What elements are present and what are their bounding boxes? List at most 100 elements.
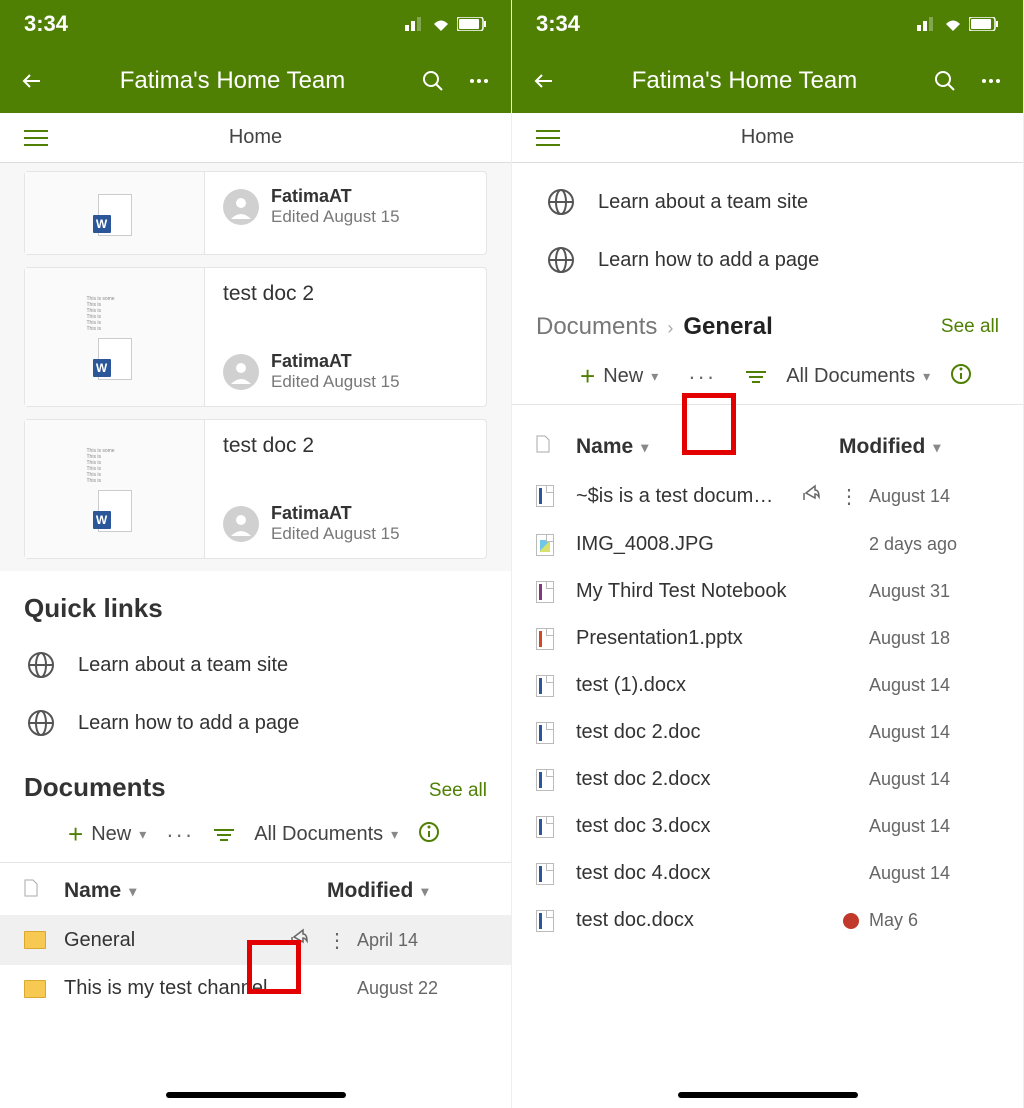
table-row[interactable]: test doc 4.docxAugust 14 xyxy=(512,850,1023,897)
see-all-link[interactable]: See all xyxy=(429,780,487,802)
view-selector[interactable]: All Documents▾ xyxy=(254,823,398,846)
globe-icon xyxy=(24,648,58,682)
table-row[interactable]: test doc.docx May 6 xyxy=(512,897,1023,944)
info-icon[interactable] xyxy=(950,363,972,390)
file-icon xyxy=(536,485,554,507)
card-meta: FatimaAT Edited August 15 xyxy=(271,503,400,544)
file-icon xyxy=(536,910,554,932)
more-icon[interactable] xyxy=(465,69,493,93)
new-button[interactable]: +New▾ xyxy=(68,819,146,850)
col-name[interactable]: Name xyxy=(576,435,633,459)
breadcrumb-home[interactable]: Home xyxy=(62,126,449,149)
table-row[interactable]: test doc 2.docxAugust 14 xyxy=(512,756,1023,803)
hamburger-icon[interactable] xyxy=(534,129,562,147)
quicklink-item[interactable]: Learn how to add a page xyxy=(512,231,1023,289)
hamburger-icon[interactable] xyxy=(22,129,50,147)
quicklink-item[interactable]: Learn about a team site xyxy=(512,173,1023,231)
quicklink-label: Learn about a team site xyxy=(78,654,288,677)
plus-icon: + xyxy=(68,819,83,850)
share-icon[interactable] xyxy=(289,927,309,953)
file-icon xyxy=(536,675,554,697)
globe-icon xyxy=(544,185,578,219)
home-indicator[interactable] xyxy=(166,1092,346,1098)
quicklink-item[interactable]: Learn how to add a page xyxy=(0,694,511,752)
status-icons xyxy=(917,17,999,31)
word-icon xyxy=(98,490,132,532)
chevron-down-icon: ▾ xyxy=(129,883,136,900)
row-name: IMG_4008.JPG xyxy=(576,533,859,556)
new-button[interactable]: +New▾ xyxy=(580,361,658,392)
file-icon xyxy=(536,628,554,650)
row-name: This is my test channel xyxy=(64,977,347,1000)
appbar-title: Fatima's Home Team xyxy=(64,67,401,95)
quicklink-item[interactable]: Learn about a team site xyxy=(0,636,511,694)
table-row[interactable]: IMG_4008.JPG2 days ago xyxy=(512,521,1023,568)
file-icon xyxy=(536,722,554,744)
info-icon[interactable] xyxy=(418,821,440,848)
chevron-down-icon: ▾ xyxy=(139,826,146,843)
chevron-down-icon: ▾ xyxy=(651,368,658,385)
toolbar-more-icon[interactable]: ··· xyxy=(166,822,194,848)
clock: 3:34 xyxy=(24,11,68,37)
breadcrumb-documents[interactable]: Documents xyxy=(536,313,657,341)
table-row[interactable]: test (1).docxAugust 14 xyxy=(512,662,1023,709)
home-indicator[interactable] xyxy=(678,1092,858,1098)
globe-icon xyxy=(24,706,58,740)
col-modified[interactable]: Modified xyxy=(839,435,925,459)
search-icon[interactable] xyxy=(419,69,447,93)
col-modified[interactable]: Modified xyxy=(327,879,413,903)
file-type-col-icon xyxy=(24,879,44,903)
table-row[interactable]: test doc 2.docAugust 14 xyxy=(512,709,1023,756)
content-left: FatimaAT Edited August 15 This is someTh… xyxy=(0,163,511,1016)
breadcrumb-home[interactable]: Home xyxy=(574,126,961,149)
app-bar: Fatima's Home Team xyxy=(0,48,511,113)
toolbar-more-icon[interactable]: ··· xyxy=(678,364,726,390)
screen-right: 3:34 Fatima's Home Team Home Quick links… xyxy=(512,0,1024,1108)
row-more-icon[interactable]: ⋮ xyxy=(839,484,859,509)
row-name: ~$is is a test docum… xyxy=(576,485,801,508)
col-name[interactable]: Name xyxy=(64,879,121,903)
filter-icon[interactable] xyxy=(214,827,234,843)
row-name: test doc 3.docx xyxy=(576,815,859,838)
view-selector[interactable]: All Documents▾ xyxy=(786,365,930,388)
breadcrumb: Documents › General xyxy=(536,313,773,341)
recent-card[interactable]: FatimaAT Edited August 15 xyxy=(24,171,487,255)
back-icon[interactable] xyxy=(530,69,558,93)
row-name: General xyxy=(64,929,289,952)
table-row[interactable]: This is my test channelAugust 22 xyxy=(0,965,511,1012)
card-title: test doc 2 xyxy=(223,434,468,458)
quicklink-label: Learn how to add a page xyxy=(78,712,299,735)
table-row[interactable]: My Third Test NotebookAugust 31 xyxy=(512,568,1023,615)
recent-card[interactable]: This is someThis isThis isThis isThis is… xyxy=(24,267,487,407)
row-name: test doc.docx xyxy=(576,909,843,932)
breadcrumb-current: General xyxy=(683,313,772,341)
row-modified: August 14 xyxy=(859,816,999,837)
table-header: Name▾ Modified▾ xyxy=(0,863,511,915)
table-row[interactable]: Presentation1.pptxAugust 18 xyxy=(512,615,1023,662)
recent-card[interactable]: This is someThis isThis isThis isThis is… xyxy=(24,419,487,559)
content-right: Quick links Learn about a team site Lear… xyxy=(512,163,1023,944)
table-row[interactable]: test doc 3.docxAugust 14 xyxy=(512,803,1023,850)
row-modified: May 6 xyxy=(859,910,999,931)
share-icon[interactable] xyxy=(801,483,821,509)
row-modified: August 14 xyxy=(859,769,999,790)
filter-icon[interactable] xyxy=(746,369,766,385)
row-modified: August 14 xyxy=(859,486,999,507)
table-row[interactable]: General⋮April 14 xyxy=(0,915,511,965)
row-more-icon[interactable]: ⋮ xyxy=(327,928,347,953)
row-modified: August 22 xyxy=(347,978,487,999)
more-icon[interactable] xyxy=(977,69,1005,93)
doc-thumbnail xyxy=(25,172,205,254)
table-row[interactable]: ~$is is a test docum… ⋮August 14 xyxy=(512,471,1023,521)
search-icon[interactable] xyxy=(931,69,959,93)
row-modified: August 18 xyxy=(859,628,999,649)
file-icon xyxy=(536,534,554,556)
card-meta: FatimaAT Edited August 15 xyxy=(271,186,400,227)
back-icon[interactable] xyxy=(18,69,46,93)
quicklink-label: Learn about a team site xyxy=(598,191,808,214)
status-bar: 3:34 xyxy=(0,0,511,48)
see-all-link[interactable]: See all xyxy=(941,316,999,338)
doc-thumbnail: This is someThis isThis isThis isThis is… xyxy=(25,420,205,558)
warning-icon xyxy=(843,913,859,929)
status-bar: 3:34 xyxy=(512,0,1023,48)
